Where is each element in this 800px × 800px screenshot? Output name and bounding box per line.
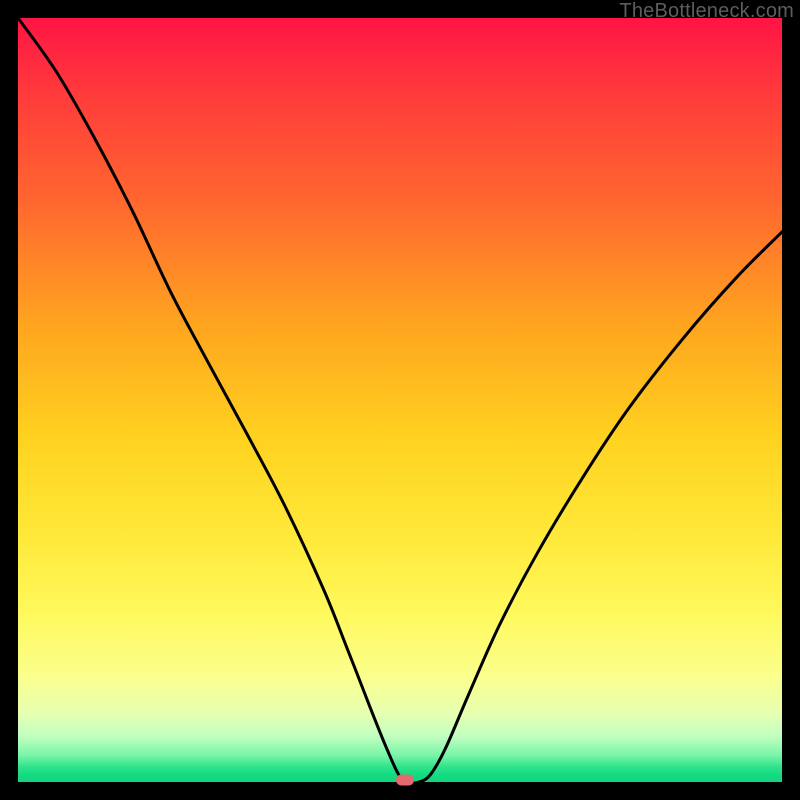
chart-frame: TheBottleneck.com xyxy=(0,0,800,800)
plot-area xyxy=(18,18,782,782)
bottleneck-curve xyxy=(18,18,782,782)
optimum-marker xyxy=(396,774,414,785)
